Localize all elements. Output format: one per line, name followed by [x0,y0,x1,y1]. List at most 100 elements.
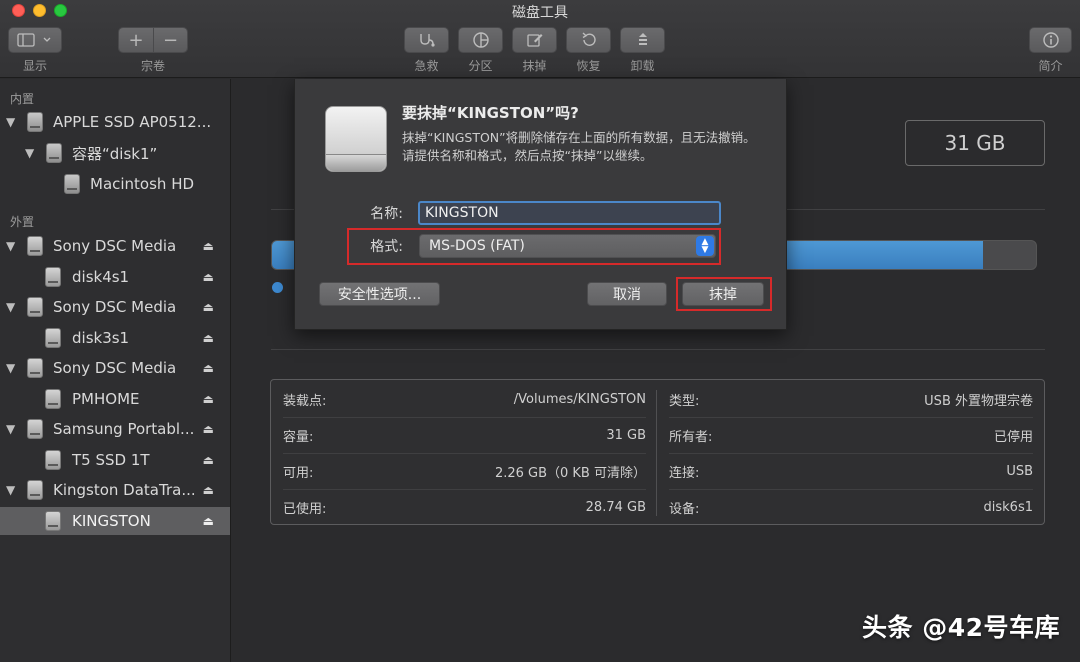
sidebar-item-disk3s1[interactable]: disk3s1 ⏏ [0,324,230,352]
sidebar-item-container-disk1[interactable]: ▼ 容器“disk1” [0,139,230,167]
info-value: 2.26 GB（0 KB 可清除） [494,465,646,481]
format-select[interactable]: MS-DOS (FAT) ▲ ▼ [419,234,716,258]
divider [271,349,1045,350]
volume-label: 宗卷 [140,59,165,73]
sidebar-item-label: Sony DSC Media [53,359,177,377]
disclosure-triangle-icon[interactable]: ▼ [6,422,15,436]
disclosure-triangle-icon[interactable]: ▼ [6,483,15,497]
stethoscope-icon [419,34,435,47]
disclosure-triangle-icon[interactable]: ▼ [6,300,15,314]
info-icon [1042,32,1059,48]
sidebar-item-label: disk3s1 [72,329,130,347]
info-value: USB 外置物理宗卷 [924,393,1033,409]
erase-toolbar-button[interactable] [512,27,557,53]
sidebar-item-sony-dsc-media[interactable]: ▼ Sony DSC Media ⏏ [0,293,230,321]
name-input[interactable]: KINGSTON [418,201,721,225]
eject-icon[interactable]: ⏏ [203,392,214,406]
name-label: 名称: [370,206,403,222]
info-row-owner: 所有者: 已停用 [669,417,1033,453]
info-value: 31 GB [606,427,646,443]
unmount-button[interactable] [620,27,665,53]
info-value: USB [1006,463,1033,479]
info-key: 容量: [283,429,314,445]
dialog-title: 要抹掉“KINGSTON”吗? [402,104,579,122]
eject-icon[interactable]: ⏏ [203,361,214,375]
sidebar-item-label: PMHOME [72,390,140,408]
eject-icon[interactable]: ⏏ [203,331,214,345]
watermark: 头条 @42号车库 [862,613,1060,642]
eject-icon[interactable]: ⏏ [203,239,214,253]
volume-segment: + − [118,27,188,53]
sidebar-item-sony-dsc-media[interactable]: ▼ Sony DSC Media ⏏ [0,354,230,382]
eject-icon[interactable]: ⏏ [203,300,214,314]
external-disk-icon [45,328,61,348]
first-aid-button[interactable] [404,27,449,53]
eject-icon[interactable]: ⏏ [203,270,214,284]
external-disk-icon [45,389,61,409]
info-key: 所有者: [669,429,713,445]
external-disk-icon [27,480,43,500]
info-row-device: 设备: disk6s1 [669,489,1033,525]
info-key: 可用: [283,465,314,481]
external-disk-icon [27,236,43,256]
external-disk-icon [45,511,61,531]
info-value: 28.74 GB [585,499,646,515]
add-volume-button[interactable]: + [119,28,153,52]
external-disk-icon [45,450,61,470]
toolbar: 磁盘工具 显示 + − 宗卷 急救 分区 抹掉 恢复 卸载 简介 [0,0,1080,78]
cancel-button[interactable]: 取消 [587,282,667,306]
erase-button[interactable]: 抹掉 [682,282,764,306]
eject-icon[interactable]: ⏏ [203,422,214,436]
eject-icon[interactable]: ⏏ [203,453,214,467]
restore-button[interactable] [566,27,611,53]
format-label: 格式: [370,239,403,255]
info-key: 类型: [669,393,700,409]
sidebar-item-t5-ssd[interactable]: T5 SSD 1T ⏏ [0,446,230,474]
info-row-used: 已使用: 28.74 GB [283,489,646,525]
remove-volume-button[interactable]: − [153,28,187,52]
sidebar-item-kingston-datatraveler[interactable]: ▼ Kingston DataTra... ⏏ [0,476,230,504]
erase-dialog: 要抹掉“KINGSTON”吗? 抹掉“KINGSTON”将删除储存在上面的所有数… [294,79,787,330]
sidebar-item-label: Samsung Portabl... [53,420,195,438]
sidebar-item-samsung-portable[interactable]: ▼ Samsung Portabl... ⏏ [0,415,230,443]
select-stepper-icon: ▲ ▼ [696,236,714,256]
sidebar-item-sony-dsc-media[interactable]: ▼ Sony DSC Media ⏏ [0,232,230,260]
usage-legend-dot [272,282,283,293]
disclosure-triangle-icon[interactable]: ▼ [25,146,34,160]
disclosure-triangle-icon[interactable]: ▼ [6,361,15,375]
info-key: 已使用: [283,501,327,517]
sidebar-toggle-icon [17,33,51,47]
external-drive-icon [325,106,387,172]
volume-info-table: 装载点: /Volumes/KINGSTON 容量: 31 GB 可用: 2.2… [270,379,1045,525]
capacity-display: 31 GB [905,120,1045,166]
sidebar-item-label: Macintosh HD [90,175,195,193]
eject-icon[interactable]: ⏏ [203,514,214,528]
external-disk-icon [27,419,43,439]
restore-label: 恢复 [576,59,601,73]
external-disk-icon [45,267,61,287]
external-disk-icon [27,358,43,378]
security-options-button[interactable]: 安全性选项... [319,282,440,306]
external-disk-icon [27,297,43,317]
partition-button[interactable] [458,27,503,53]
info-button[interactable] [1029,27,1072,53]
sidebar-item-kingston[interactable]: KINGSTON ⏏ [0,507,230,535]
sidebar-item-apple-ssd[interactable]: ▼ APPLE SSD AP0512... [0,108,230,136]
erase-toolbar-label: 抹掉 [522,59,547,73]
column-divider [656,390,657,516]
info-row-capacity: 容量: 31 GB [283,417,646,453]
disclosure-triangle-icon[interactable]: ▼ [6,115,15,129]
eject-icon[interactable]: ⏏ [203,483,214,497]
sidebar-item-pmhome[interactable]: PMHOME ⏏ [0,385,230,413]
internal-disk-icon [46,143,62,163]
info-row-mount-point: 装载点: /Volumes/KINGSTON [283,381,646,417]
internal-section-header: 内置 [10,92,35,106]
partition-label: 分区 [468,59,493,73]
sidebar-item-label: T5 SSD 1T [72,451,150,469]
info-value: disk6s1 [983,499,1033,515]
sidebar-item-disk4s1[interactable]: disk4s1 ⏏ [0,263,230,291]
display-button[interactable] [8,27,62,53]
disclosure-triangle-icon[interactable]: ▼ [6,239,15,253]
sidebar-item-macintosh-hd[interactable]: Macintosh HD [0,170,230,198]
sidebar-item-label: Kingston DataTra... [53,481,196,499]
